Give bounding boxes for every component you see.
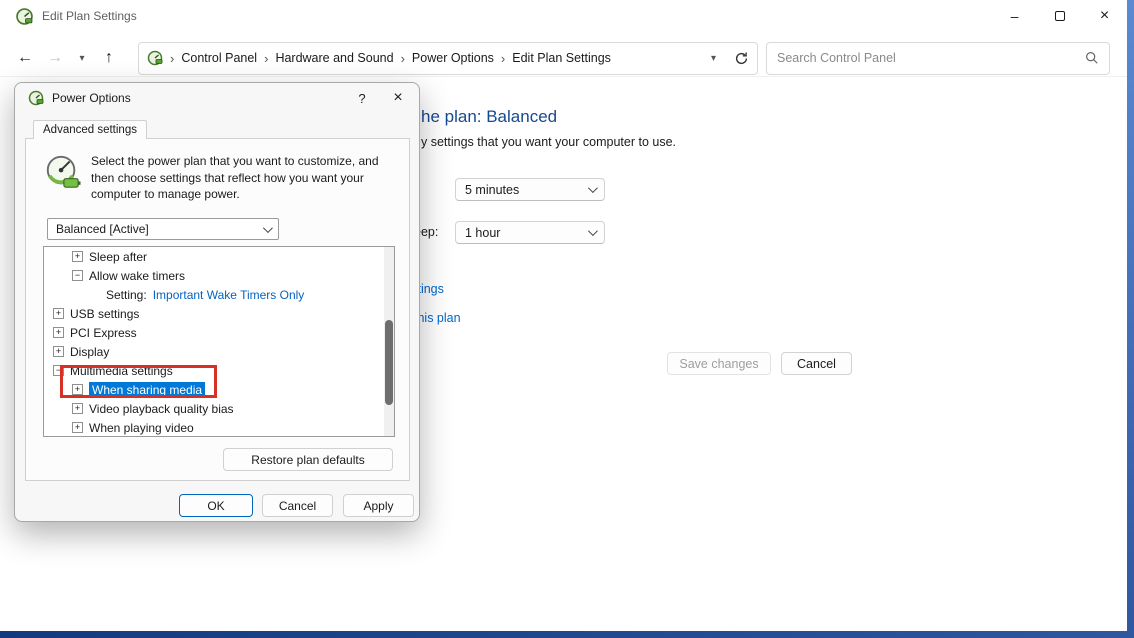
tree-item-when-playing-video[interactable]: + When playing video [44, 418, 394, 437]
delete-plan-link[interactable]: this plan [414, 311, 461, 325]
cancel-button[interactable]: Cancel [781, 352, 852, 375]
power-options-dialog: Power Options ? × Advanced settings Sele… [14, 82, 420, 522]
setting-value-link[interactable]: Important Wake Timers Only [153, 288, 305, 302]
dialog-cancel-button[interactable]: Cancel [262, 494, 333, 517]
breadcrumb-separator: › [264, 51, 268, 66]
power-plan-app-icon [16, 8, 33, 25]
address-dropdown-icon[interactable]: ▾ [711, 53, 716, 64]
scrollbar-thumb[interactable] [385, 320, 393, 405]
display-timeout-select[interactable]: 5 minutes [455, 178, 605, 201]
chevron-down-icon [588, 183, 598, 193]
window-title: Edit Plan Settings [42, 9, 137, 23]
tab-advanced-settings[interactable]: Advanced settings [33, 120, 147, 139]
ok-button[interactable]: OK [179, 494, 253, 517]
tree-item-sleep-after[interactable]: + Sleep after [44, 247, 394, 266]
breadcrumb-item-edit-plan-settings[interactable]: Edit Plan Settings [512, 51, 611, 65]
maximize-button[interactable] [1037, 0, 1082, 32]
breadcrumb-separator: › [401, 51, 405, 66]
tree-item-label[interactable]: USB settings [70, 307, 139, 321]
chevron-down-icon [588, 226, 598, 236]
tree-item-label[interactable]: Allow wake timers [89, 269, 185, 283]
minimize-button[interactable]: – [992, 0, 1037, 32]
breadcrumb[interactable]: › Control Panel › Hardware and Sound › P… [138, 42, 758, 75]
up-button[interactable]: ↑ [94, 49, 124, 67]
tree-item-video-playback-quality-bias[interactable]: + Video playback quality bias [44, 399, 394, 418]
power-plan-gauge-icon [43, 153, 81, 191]
search-box[interactable] [766, 42, 1110, 75]
back-button[interactable]: ← [10, 49, 40, 67]
sleep-timeout-select[interactable]: 1 hour [455, 221, 605, 244]
dialog-help-button[interactable]: ? [347, 83, 377, 113]
tree-item-allow-wake-timers[interactable]: − Allow wake timers [44, 266, 394, 285]
search-input[interactable] [777, 51, 1085, 65]
power-options-icon [28, 90, 44, 106]
chevron-down-icon [263, 223, 273, 233]
tree-item-label[interactable]: Display [70, 345, 109, 359]
breadcrumb-item-control-panel[interactable]: Control Panel [181, 51, 257, 65]
desktop: Edit Plan Settings – × ← → ▾ ↑ › Control… [0, 0, 1134, 638]
collapse-icon[interactable]: − [72, 270, 83, 281]
settings-tree: + Sleep after − Allow wake timers Settin… [43, 246, 395, 437]
window-titlebar: Edit Plan Settings – × [0, 0, 1127, 32]
recent-pages-dropdown[interactable]: ▾ [70, 53, 94, 64]
tree-scrollbar[interactable] [384, 247, 394, 436]
dialog-description: Select the power plan that you want to c… [91, 153, 393, 203]
tree-item-display[interactable]: + Display [44, 342, 394, 361]
display-timeout-value: 5 minutes [465, 183, 519, 197]
expand-icon[interactable]: + [53, 327, 64, 338]
window-controls: – × [992, 0, 1127, 32]
tree-item-usb-settings[interactable]: + USB settings [44, 304, 394, 323]
expand-icon[interactable]: + [72, 403, 83, 414]
expand-icon[interactable]: + [53, 346, 64, 357]
navigation-bar: ← → ▾ ↑ › Control Panel › Hardware and S… [0, 40, 1127, 77]
breadcrumb-item-power-options[interactable]: Power Options [412, 51, 494, 65]
minimize-icon: – [1011, 8, 1019, 24]
breadcrumb-separator: › [170, 51, 174, 66]
save-changes-button[interactable]: Save changes [667, 352, 771, 375]
forward-button[interactable]: → [40, 49, 70, 67]
tree-item-pci-express[interactable]: + PCI Express [44, 323, 394, 342]
dialog-title: Power Options [52, 91, 131, 105]
search-icon[interactable] [1085, 51, 1099, 65]
tree-item-label[interactable]: PCI Express [70, 326, 137, 340]
dialog-close-button[interactable]: × [383, 83, 413, 113]
apply-button[interactable]: Apply [343, 494, 414, 517]
restore-plan-defaults-button[interactable]: Restore plan defaults [223, 448, 393, 471]
setting-prefix: Setting: [106, 288, 147, 302]
sleep-timeout-value: 1 hour [465, 226, 500, 240]
expand-icon[interactable]: + [72, 422, 83, 433]
power-plan-value: Balanced [Active] [56, 222, 149, 236]
tree-item-label[interactable]: Sleep after [89, 250, 147, 264]
refresh-icon[interactable] [734, 51, 749, 66]
tree-item-label[interactable]: When playing video [89, 421, 194, 435]
power-plan-select[interactable]: Balanced [Active] [47, 218, 279, 240]
breadcrumb-item-hardware-and-sound[interactable]: Hardware and Sound [275, 51, 393, 65]
breadcrumb-separator: › [501, 51, 505, 66]
tree-item-wake-timers-setting[interactable]: Setting: Important Wake Timers Only [44, 285, 394, 304]
annotation-highlight-rectangle [60, 365, 217, 398]
page-subtitle: y settings that you want your computer t… [421, 135, 676, 149]
expand-icon[interactable]: + [53, 308, 64, 319]
close-icon: × [1100, 7, 1109, 25]
close-button[interactable]: × [1082, 0, 1127, 32]
page-title: he plan: Balanced [421, 107, 557, 127]
expand-icon[interactable]: + [72, 251, 83, 262]
location-icon [147, 50, 163, 66]
tree-item-label[interactable]: Video playback quality bias [89, 402, 234, 416]
maximize-icon [1055, 11, 1065, 21]
